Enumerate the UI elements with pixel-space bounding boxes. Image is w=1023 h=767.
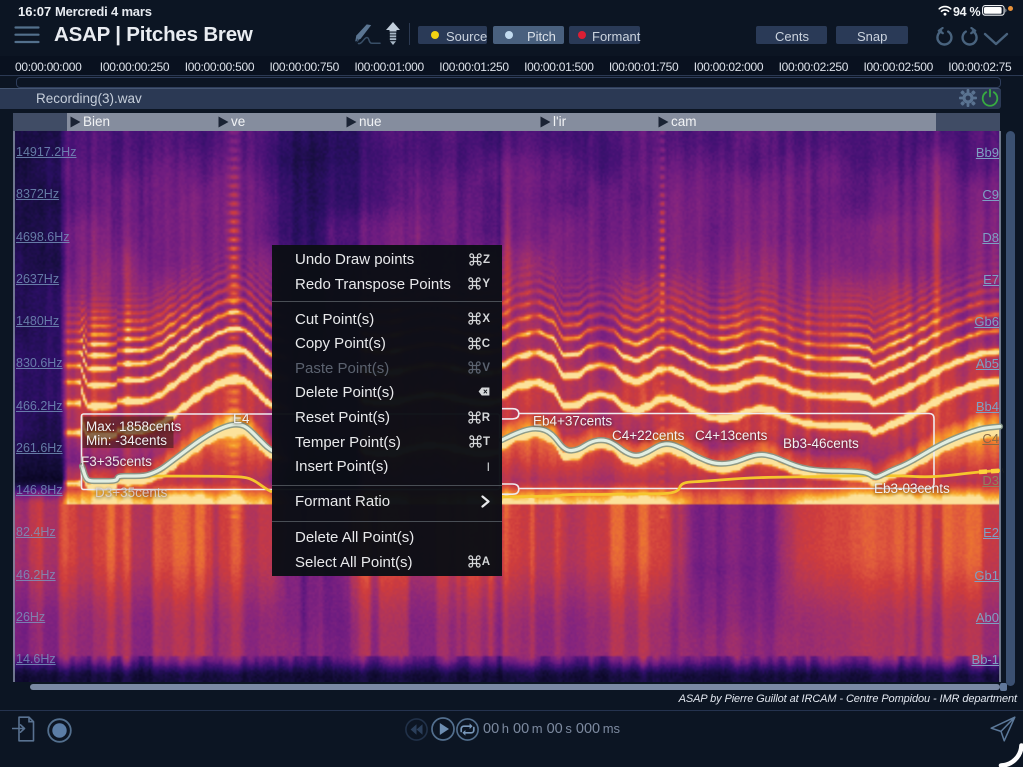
svg-text:F3+35cents: F3+35cents — [81, 454, 152, 469]
svg-text:E4: E4 — [233, 411, 250, 426]
svg-text:Max: 1858cents: Max: 1858cents — [86, 419, 182, 434]
svg-text:C4+13cents: C4+13cents — [695, 428, 768, 443]
svg-text:Min: -34cents: Min: -34cents — [86, 433, 167, 448]
svg-text:Eb4+37cents: Eb4+37cents — [533, 414, 612, 429]
svg-text:Eb3-03cents: Eb3-03cents — [874, 481, 950, 496]
svg-text:D3+35cents: D3+35cents — [95, 485, 168, 500]
svg-text:Bb3-46cents: Bb3-46cents — [783, 436, 859, 451]
svg-text:C4+22cents: C4+22cents — [612, 428, 685, 443]
